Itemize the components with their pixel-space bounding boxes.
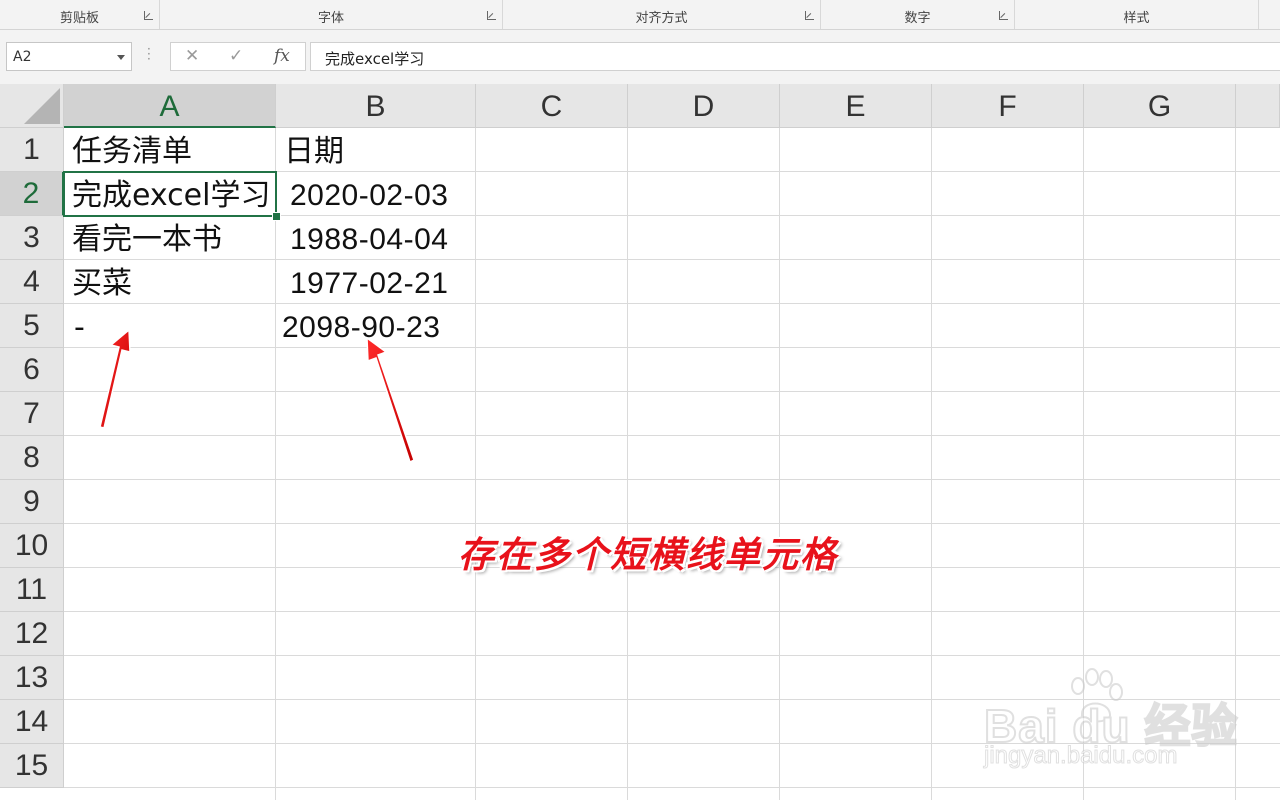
- column-header-a[interactable]: A: [64, 84, 276, 128]
- formula-bar: A2 · · · ✕ ✓ fx 完成excel学习: [0, 30, 1280, 84]
- column-header-e[interactable]: E: [780, 84, 932, 128]
- row-header-1[interactable]: 1: [0, 128, 64, 172]
- chevron-down-icon[interactable]: [117, 55, 125, 60]
- gridline: [64, 655, 1280, 656]
- column-header-b[interactable]: B: [276, 84, 476, 128]
- cell-b3[interactable]: 1988-04-04: [290, 217, 474, 261]
- row-header-14[interactable]: 14: [0, 700, 64, 744]
- row-header-7[interactable]: 7: [0, 392, 64, 436]
- ribbon-group-bar: 剪贴板 字体 对齐方式 数字 样式: [0, 0, 1280, 30]
- dialog-launcher-icon[interactable]: [487, 11, 496, 20]
- row-header-5[interactable]: 5: [0, 304, 64, 348]
- ribbon-group-label: 字体: [317, 11, 344, 26]
- cancel-icon[interactable]: ✕: [185, 46, 199, 66]
- row-header-2[interactable]: 2: [0, 172, 64, 216]
- select-all-triangle-icon: [24, 88, 60, 124]
- ribbon-group-label: 对齐方式: [635, 11, 688, 26]
- ribbon-group-label: 样式: [1123, 11, 1150, 26]
- watermark-url-text: jingyan.baidu.com: [983, 742, 1178, 770]
- enter-check-icon[interactable]: ✓: [229, 46, 243, 66]
- dialog-launcher-icon[interactable]: [805, 11, 814, 20]
- formula-input-value: 完成excel学习: [325, 50, 425, 68]
- row-header-3[interactable]: 3: [0, 216, 64, 260]
- cell-b5[interactable]: 2098-90-23: [282, 305, 474, 349]
- column-header-h[interactable]: [1236, 84, 1280, 128]
- row-header-15[interactable]: 15: [0, 744, 64, 788]
- cell-b1[interactable]: 日期: [284, 129, 474, 173]
- ribbon-group-alignment: 对齐方式: [503, 0, 821, 29]
- gridline: [64, 787, 1280, 788]
- name-box-value: A2: [13, 49, 32, 65]
- cell-a1[interactable]: 任务清单: [72, 129, 275, 173]
- ribbon-group-font: 字体: [160, 0, 503, 29]
- cell-a5[interactable]: -: [74, 305, 274, 349]
- column-header-c[interactable]: C: [476, 84, 628, 128]
- fill-handle[interactable]: [272, 212, 281, 221]
- ribbon-group-number: 数字: [821, 0, 1015, 29]
- cell-a4[interactable]: 买菜: [72, 261, 275, 305]
- row-header-10[interactable]: 10: [0, 524, 64, 568]
- insert-function-icon[interactable]: fx: [274, 46, 290, 66]
- ribbon-group-label: 剪贴板: [59, 11, 99, 26]
- gridline: [64, 479, 1280, 480]
- dialog-launcher-icon[interactable]: [144, 11, 153, 20]
- row-header-9[interactable]: 9: [0, 480, 64, 524]
- baidu-jingyan-watermark: Bai du 经验 jingyan.baidu.com: [983, 668, 1244, 778]
- cell-a3[interactable]: 看完一本书: [72, 217, 275, 261]
- formula-bar-buttons: ✕ ✓ fx: [170, 42, 306, 71]
- formula-bar-splitter[interactable]: · · ·: [147, 43, 151, 65]
- ribbon-group-label: 数字: [904, 11, 931, 26]
- annotation-callout-text: 存在多个短横线单元格: [458, 534, 839, 576]
- dialog-launcher-icon[interactable]: [999, 11, 1008, 20]
- row-header-12[interactable]: 12: [0, 612, 64, 656]
- gridline: [64, 435, 1280, 436]
- row-header-6[interactable]: 6: [0, 348, 64, 392]
- cell-b2[interactable]: 2020-02-03: [290, 173, 474, 217]
- select-all-button[interactable]: [0, 84, 64, 128]
- ribbon-group-clipboard: 剪贴板: [0, 0, 160, 29]
- active-cell-border: [63, 171, 277, 217]
- column-header-g[interactable]: G: [1084, 84, 1236, 128]
- row-header-8[interactable]: 8: [0, 436, 64, 480]
- ribbon-group-styles: 样式: [1015, 0, 1259, 29]
- gridline: [64, 523, 1280, 524]
- formula-input[interactable]: 完成excel学习: [310, 42, 1280, 71]
- column-header-f[interactable]: F: [932, 84, 1084, 128]
- name-box[interactable]: A2: [6, 42, 132, 71]
- gridline: [64, 611, 1280, 612]
- row-header-11[interactable]: 11: [0, 568, 64, 612]
- column-header-d[interactable]: D: [628, 84, 780, 128]
- row-header-4[interactable]: 4: [0, 260, 64, 304]
- cell-b4[interactable]: 1977-02-21: [290, 261, 474, 305]
- gridline: [64, 391, 1280, 392]
- row-header-13[interactable]: 13: [0, 656, 64, 700]
